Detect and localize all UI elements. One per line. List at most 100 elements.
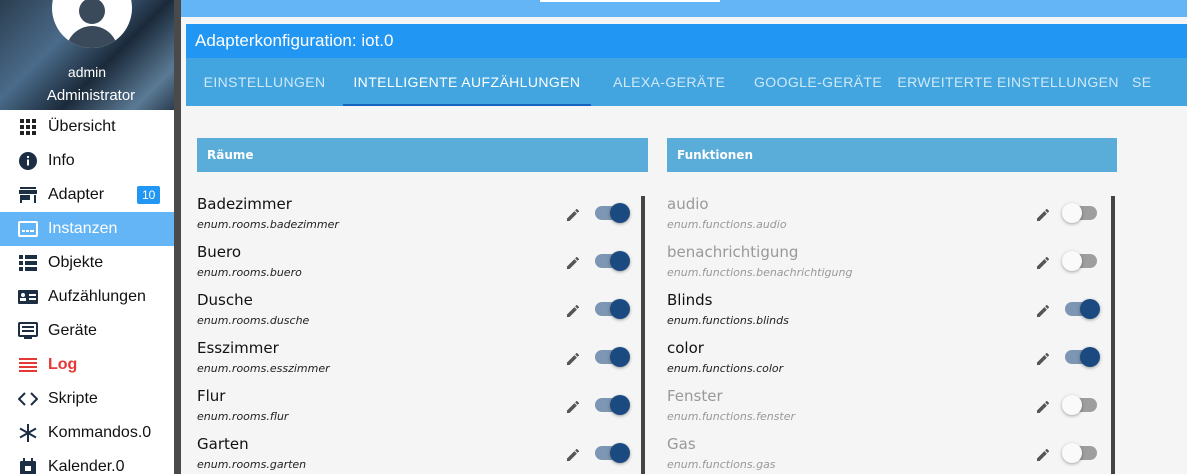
snowflake-icon [18, 423, 38, 443]
room-enable-toggle[interactable] [594, 249, 632, 273]
list-item: audio enum.functions.audio [667, 192, 1107, 240]
edit-icon[interactable] [567, 209, 579, 221]
tab-bar: EINSTELLUNGEN INTELLIGENTE AUFZÄHLUNGEN … [186, 58, 1187, 106]
item-name: Dusche [197, 291, 253, 309]
item-name: audio [667, 195, 709, 213]
rooms-scrollbar[interactable] [641, 196, 645, 474]
sidebar-item-label: Aufzählungen [48, 288, 146, 305]
list-item: Badezimmer enum.rooms.badezimmer [197, 192, 637, 240]
item-name: Blinds [667, 291, 713, 309]
toolbar-input[interactable] [540, 0, 720, 2]
item-name: Badezimmer [197, 195, 292, 213]
function-enable-toggle[interactable] [1064, 297, 1102, 321]
list-item: Fenster enum.functions.fenster [667, 384, 1107, 432]
item-name: Buero [197, 243, 242, 261]
tab-einstellungen[interactable]: EINSTELLUNGEN [186, 58, 343, 106]
function-enable-toggle[interactable] [1064, 345, 1102, 369]
edit-icon[interactable] [567, 449, 579, 461]
sidebar-item-kommandos[interactable]: Kommandos.0 [0, 416, 174, 450]
list-icon [18, 253, 38, 273]
function-enable-toggle[interactable] [1062, 201, 1100, 225]
function-enable-toggle[interactable] [1062, 249, 1100, 273]
tab-alexa-geraete[interactable]: ALEXA-GERÄTE [591, 58, 748, 106]
rooms-panel-title: Räume [197, 138, 648, 172]
room-enable-toggle[interactable] [594, 297, 632, 321]
user-role: Administrator [46, 87, 136, 104]
tab-more[interactable]: SE [1128, 58, 1187, 106]
devices-icon [18, 321, 38, 341]
functions-list: audio enum.functions.audio benachrichtig… [667, 192, 1107, 474]
edit-icon[interactable] [1037, 449, 1049, 461]
edit-icon[interactable] [567, 353, 579, 365]
sidebar-item-label: Geräte [48, 322, 97, 339]
room-enable-toggle[interactable] [594, 201, 632, 225]
edit-icon[interactable] [1037, 305, 1049, 317]
sidebar-item-label: Kalender.0 [48, 458, 125, 474]
item-id: enum.rooms.flur [197, 410, 289, 423]
sidebar-item-label: Übersicht [48, 118, 116, 135]
adapter-update-badge: 10 [137, 186, 161, 204]
item-id: enum.functions.color [667, 362, 784, 375]
app-toolbar [181, 0, 1187, 17]
sidebar-item-objekte[interactable]: Objekte [0, 246, 174, 280]
list-item: Blinds enum.functions.blinds [667, 288, 1107, 336]
item-id: enum.functions.blinds [667, 314, 789, 327]
sidebar-item-label: Objekte [48, 254, 104, 271]
sidebar-item-uebersicht[interactable]: Übersicht [0, 110, 174, 144]
item-id: enum.rooms.garten [197, 458, 307, 471]
sidebar-item-info[interactable]: Info [0, 144, 174, 178]
room-enable-toggle[interactable] [594, 393, 632, 417]
item-name: Fenster [667, 387, 723, 405]
functions-scrollbar[interactable] [1111, 196, 1115, 474]
item-id: enum.rooms.esszimmer [197, 362, 330, 375]
sidebar-item-label: Info [48, 152, 75, 169]
item-id: enum.rooms.dusche [197, 314, 310, 327]
sidebar-item-skripte[interactable]: Skripte [0, 382, 174, 416]
item-id: enum.functions.audio [667, 218, 787, 231]
room-enable-toggle[interactable] [594, 345, 632, 369]
calendar-icon [18, 457, 38, 474]
tab-erweiterte-einstellungen[interactable]: ERWEITERTE EINSTELLUNGEN [888, 58, 1128, 106]
sidebar-item-instanzen[interactable]: Instanzen [0, 212, 174, 246]
edit-icon[interactable] [1037, 353, 1049, 365]
list-item: Buero enum.rooms.buero [197, 240, 637, 288]
item-id: enum.functions.fenster [667, 410, 796, 423]
grid-icon [18, 117, 38, 137]
edit-icon[interactable] [567, 305, 579, 317]
list-item: Gas enum.functions.gas [667, 432, 1107, 474]
edit-icon[interactable] [1037, 401, 1049, 413]
page-title: Adapterkonfiguration: iot.0 [186, 24, 1187, 58]
list-item: color enum.functions.color [667, 336, 1107, 384]
edit-icon[interactable] [1037, 209, 1049, 221]
code-icon [18, 389, 38, 409]
user-name: admin [67, 64, 107, 80]
sidebar-item-aufzaehlungen[interactable]: Aufzählungen [0, 280, 174, 314]
list-item: Garten enum.rooms.garten [197, 432, 637, 474]
sidebar-item-log[interactable]: Log [0, 348, 174, 382]
list-item: Esszimmer enum.rooms.esszimmer [197, 336, 637, 384]
list-item: Flur enum.rooms.flur [197, 384, 637, 432]
sidebar-divider [174, 0, 181, 474]
function-enable-toggle[interactable] [1062, 441, 1100, 465]
item-name: Gas [667, 435, 696, 453]
function-enable-toggle[interactable] [1062, 393, 1100, 417]
room-enable-toggle[interactable] [594, 441, 632, 465]
item-name: color [667, 339, 704, 357]
tab-google-geraete[interactable]: GOOGLE-GERÄTE [748, 58, 888, 106]
store-icon [18, 185, 38, 205]
sidebar-item-label: Adapter [48, 186, 105, 203]
item-id: enum.rooms.buero [197, 266, 302, 279]
edit-icon[interactable] [567, 257, 579, 269]
edit-icon[interactable] [567, 401, 579, 413]
sidebar-item-geraete[interactable]: Geräte [0, 314, 174, 348]
item-name: Esszimmer [197, 339, 279, 357]
tab-intelligente-aufzaehlungen[interactable]: INTELLIGENTE AUFZÄHLUNGEN [343, 58, 591, 106]
edit-icon[interactable] [1037, 257, 1049, 269]
avatar [52, 0, 132, 48]
enum-icon [18, 287, 38, 307]
sidebar-item-label: Log [48, 356, 78, 373]
sidebar-item-kalender[interactable]: Kalender.0 [0, 450, 174, 474]
sidebar-item-label: Skripte [48, 390, 98, 407]
main-content: Räume Funktionen Badezimmer enum.rooms.b… [186, 106, 1187, 474]
instances-icon [18, 219, 38, 239]
